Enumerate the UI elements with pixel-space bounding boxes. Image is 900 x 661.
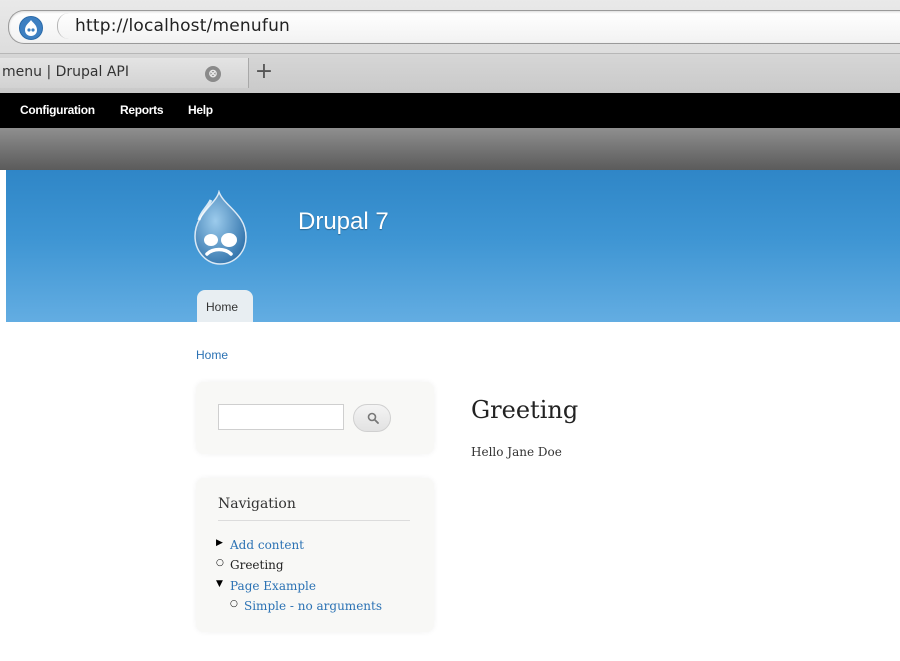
browser-chrome: http://localhost/menufun menu | Drupal A… <box>0 0 900 94</box>
site-name[interactable]: Drupal 7 <box>298 208 389 236</box>
search-button[interactable] <box>353 404 391 432</box>
main-menu-tab-label: Home <box>206 300 239 314</box>
tab-title: menu | Drupal API <box>2 64 129 80</box>
site-favicon-icon <box>19 16 43 40</box>
expanded-arrow-icon: ▼ <box>216 579 223 589</box>
url-divider <box>57 13 72 39</box>
admin-toolbar: Configuration Reports Help <box>0 93 900 128</box>
navigation-divider <box>218 520 410 521</box>
toolbar-shortcuts-shelf <box>0 128 900 170</box>
collapsed-arrow-icon: ▶ <box>216 538 223 548</box>
new-tab-button[interactable]: + <box>250 60 278 86</box>
browser-tab[interactable]: menu | Drupal API ⊗ <box>0 58 249 88</box>
address-bar[interactable]: http://localhost/menufun <box>8 10 900 44</box>
drupal-logo-icon[interactable] <box>189 190 251 266</box>
toolbar-help-link[interactable]: Help <box>188 103 213 117</box>
url-text[interactable]: http://localhost/menufun <box>75 16 290 36</box>
nav-item-label[interactable]: Greeting <box>230 558 284 572</box>
site-header: Drupal 7 Home <box>6 170 900 322</box>
page-body-text: Hello Jane Doe <box>471 445 562 459</box>
navigation-title: Navigation <box>218 496 296 512</box>
close-tab-icon[interactable]: ⊗ <box>205 66 221 82</box>
nav-item-label[interactable]: Add content <box>230 538 304 552</box>
main-menu-tab-home[interactable]: Home <box>197 290 253 322</box>
toolbar-configuration-link[interactable]: Configuration <box>20 103 95 117</box>
search-input[interactable] <box>218 404 344 430</box>
toolbar-reports-link[interactable]: Reports <box>120 103 164 117</box>
nav-item-label[interactable]: Simple - no arguments <box>244 599 382 613</box>
tab-strip: menu | Drupal API ⊗ + <box>0 53 900 94</box>
breadcrumb[interactable]: Home <box>196 348 228 362</box>
page-title: Greeting <box>471 396 579 424</box>
search-block <box>196 382 434 454</box>
nav-item-label[interactable]: Page Example <box>230 579 316 593</box>
navigation-block: Navigation ▶ Add content ○ Greeting ▼ Pa… <box>196 478 434 632</box>
leaf-circle-icon: ○ <box>216 558 224 568</box>
search-icon <box>367 412 379 424</box>
leaf-circle-icon: ○ <box>230 599 238 609</box>
